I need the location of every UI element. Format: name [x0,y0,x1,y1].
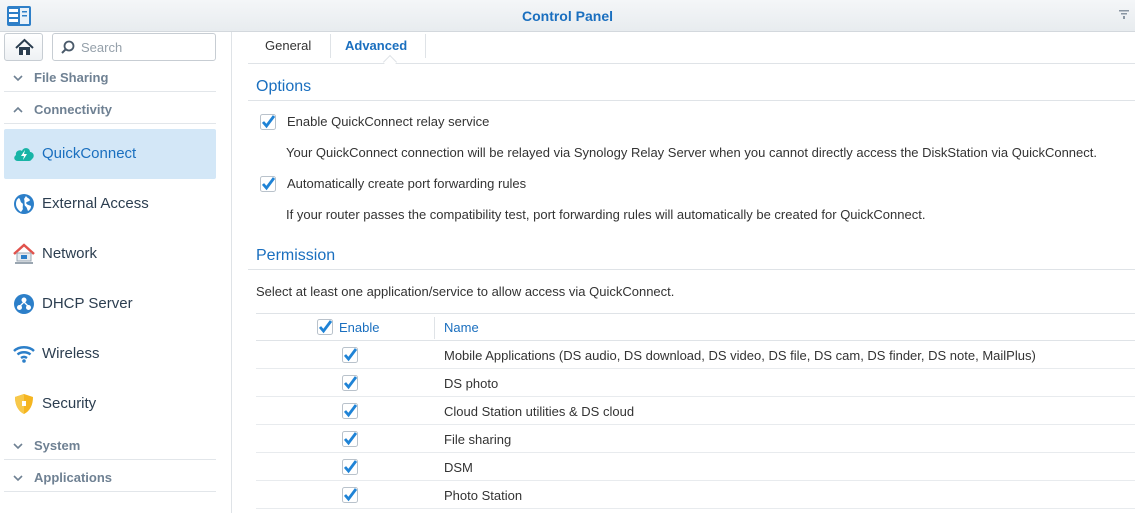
enable-checkbox[interactable] [342,487,358,503]
sidebar-item-quickconnect[interactable]: QuickConnect [4,129,216,179]
shield-icon [15,394,33,414]
search-icon [61,40,75,54]
title-bar: Control Panel [0,0,1135,32]
section-divider [248,269,1135,270]
group-connectivity[interactable]: Connectivity [4,96,216,124]
cloud-icon [14,148,34,161]
table-row: File sharing [256,425,1135,453]
sidebar-item-dhcp-server[interactable]: DHCP Server [4,279,216,329]
enable-checkbox[interactable] [342,375,358,391]
select-all-checkbox[interactable] [317,319,333,335]
group-applications[interactable]: Applications [4,464,216,492]
sidebar-item-label: Security [42,395,97,412]
relay-checkbox[interactable] [260,114,276,130]
sidebar-item-external-access[interactable]: External Access [4,179,216,229]
sidebar-item-label: DHCP Server [42,295,133,312]
wifi-icon [13,346,35,363]
port-forwarding-label[interactable]: Automatically create port forwarding rul… [287,176,526,191]
relay-description: Your QuickConnect connection will be rel… [286,145,1097,160]
sidebar-item-label: Network [42,245,98,262]
group-system[interactable]: System [4,432,216,460]
table-row: Mobile Applications (DS audio, DS downlo… [256,341,1135,369]
group-label: Applications [34,470,113,485]
home-icon [15,38,34,55]
port-forwarding-checkbox[interactable] [260,176,276,192]
group-label: Connectivity [34,102,113,117]
enable-checkbox[interactable] [342,459,358,475]
permission-description: Select at least one application/service … [256,284,675,299]
chevron-down-icon [13,475,23,482]
group-file-sharing[interactable]: File Sharing [4,64,216,92]
dhcp-icon [14,294,34,314]
search-input[interactable] [81,38,211,56]
section-divider [248,100,1135,101]
row-name: Cloud Station utilities & DS cloud [444,404,635,419]
relay-label[interactable]: Enable QuickConnect relay service [287,114,489,129]
enable-checkbox[interactable] [342,347,358,363]
row-name: File sharing [444,432,512,447]
enable-checkbox[interactable] [342,403,358,419]
row-name: Photo Station [444,488,523,503]
row-name: DSM [444,460,473,475]
enable-checkbox[interactable] [342,431,358,447]
home-button[interactable] [4,33,43,61]
sidebar-item-label: QuickConnect [42,145,137,162]
permission-title: Permission [256,247,336,264]
tab-advanced[interactable]: Advanced [345,38,407,58]
sidebar-item-network[interactable]: Network [4,229,216,279]
group-label: System [34,438,81,453]
globe-icon [14,194,34,214]
pin-icon[interactable] [1119,9,1129,19]
window-title: Control Panel [521,8,613,24]
column-divider [434,317,435,339]
row-name: DS photo [444,376,499,391]
port-forwarding-description: If your router passes the compatibility … [286,207,926,222]
chevron-down-icon [13,75,23,82]
search-box[interactable] [52,33,216,61]
tab-bar: General Advanced [248,32,1135,70]
row-name: Mobile Applications (DS audio, DS downlo… [444,348,1036,363]
house-network-icon [13,243,35,264]
column-header-name[interactable]: Name [444,320,479,335]
sidebar-item-security[interactable]: Security [4,379,216,429]
tab-general[interactable]: General [265,38,311,58]
table-row: DSM [256,453,1135,481]
tab-divider [425,34,426,58]
table-row: Cloud Station utilities & DS cloud [256,397,1135,425]
sidebar-item-label: External Access [42,195,149,212]
column-header-enable[interactable]: Enable [339,320,379,335]
tab-divider [330,34,331,58]
sidebar: File Sharing Connectivity QuickConnect E… [0,32,232,513]
sidebar-item-wireless[interactable]: Wireless [4,329,216,379]
main-panel: General Advanced Options Enable QuickCon… [233,32,1135,513]
table-row: Photo Station [256,481,1135,509]
chevron-up-icon [13,106,23,113]
group-label: File Sharing [34,70,109,85]
sidebar-item-label: Wireless [42,345,100,362]
options-title: Options [256,78,312,95]
table-header: Enable Name [256,313,1135,341]
table-row: DS photo [256,369,1135,397]
chevron-down-icon [13,443,23,450]
